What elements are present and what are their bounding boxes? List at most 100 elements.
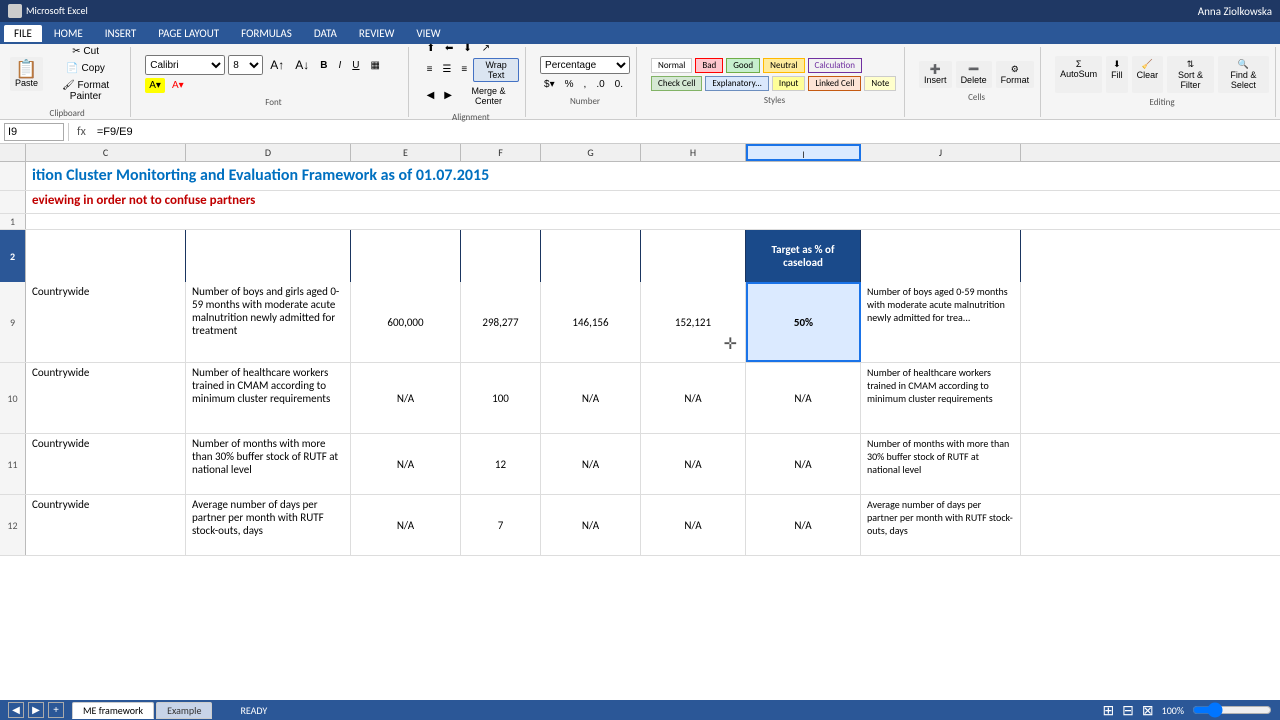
- data-row-9[interactable]: 9 Countrywide Number of boys and girls a…: [0, 282, 1280, 363]
- row12-pct[interactable]: N/A: [746, 495, 861, 555]
- col-header-j[interactable]: J: [861, 144, 1021, 161]
- tab-home[interactable]: HOME: [44, 25, 93, 42]
- row10-numerator[interactable]: Number of healthcare workers trained in …: [861, 363, 1021, 433]
- number-format-select[interactable]: Percentage General Number: [540, 56, 630, 74]
- style-normal[interactable]: Normal: [651, 58, 692, 73]
- col-header-e[interactable]: E: [351, 144, 461, 161]
- tab-view[interactable]: VIEW: [406, 25, 450, 42]
- row10-females[interactable]: N/A: [641, 363, 746, 433]
- copy-button[interactable]: 📄 Copy: [47, 61, 124, 76]
- delete-button[interactable]: ➖ Delete: [956, 61, 992, 88]
- border-button[interactable]: ▦: [367, 58, 384, 73]
- row11-numerator[interactable]: Number of months with more than 30% buff…: [861, 434, 1021, 494]
- row9-indicator[interactable]: Number of boys and girls aged 0-59 month…: [186, 282, 351, 362]
- sheet-tab-example[interactable]: Example: [156, 702, 212, 719]
- increase-decimal-button[interactable]: .0: [592, 77, 608, 92]
- col-header-g[interactable]: G: [541, 144, 641, 161]
- format-button[interactable]: ⚙ Format: [996, 61, 1035, 88]
- align-right-button[interactable]: ≡: [457, 58, 471, 82]
- row11-location[interactable]: Countrywide: [26, 434, 186, 494]
- row9-males[interactable]: 146,156: [541, 282, 641, 362]
- decrease-indent-button[interactable]: ◀: [423, 84, 439, 108]
- row9-numerator[interactable]: Number of boys aged 0-59 months with mod…: [861, 282, 1021, 362]
- underline-button[interactable]: U: [348, 58, 363, 73]
- font-family-select[interactable]: Calibri: [145, 55, 225, 75]
- insert-button[interactable]: ➕ Insert: [919, 61, 952, 88]
- page-layout-button[interactable]: ⊟: [1122, 702, 1134, 719]
- row11-caseload[interactable]: N/A: [351, 434, 461, 494]
- align-left-button[interactable]: ≡: [423, 58, 437, 82]
- data-row-10[interactable]: 10 Countrywide Number of healthcare work…: [0, 363, 1280, 434]
- tab-insert[interactable]: INSERT: [95, 25, 147, 42]
- merge-center-button[interactable]: Merge & Center: [458, 84, 519, 108]
- row12-caseload[interactable]: N/A: [351, 495, 461, 555]
- comma-button[interactable]: ,: [580, 77, 591, 92]
- bold-button[interactable]: B: [316, 58, 331, 73]
- find-select-button[interactable]: 🔍 Find & Select: [1218, 56, 1269, 93]
- tab-review[interactable]: REVIEW: [349, 25, 405, 42]
- tab-file[interactable]: FILE: [4, 25, 42, 42]
- style-check-cell[interactable]: Check Cell: [651, 76, 702, 91]
- row10-indicator[interactable]: Number of healthcare workers trained in …: [186, 363, 351, 433]
- italic-button[interactable]: I: [335, 58, 346, 73]
- row9-females[interactable]: 152,121 ✛: [641, 282, 746, 362]
- add-sheet-button[interactable]: +: [48, 702, 64, 718]
- row11-target[interactable]: 12: [461, 434, 541, 494]
- increase-indent-button[interactable]: ▶: [440, 84, 456, 108]
- style-neutral[interactable]: Neutral: [763, 58, 804, 73]
- row10-target[interactable]: 100: [461, 363, 541, 433]
- data-row-12[interactable]: 12 Countrywide Average number of days pe…: [0, 495, 1280, 556]
- align-bottom-button[interactable]: ⬇: [459, 41, 475, 56]
- row12-target[interactable]: 7: [461, 495, 541, 555]
- row9-target[interactable]: 298,277: [461, 282, 541, 362]
- wrap-text-button[interactable]: Wrap Text: [473, 58, 519, 82]
- row11-indicator[interactable]: Number of months with more than 30% buff…: [186, 434, 351, 494]
- style-note[interactable]: Note: [864, 76, 896, 91]
- style-input[interactable]: Input: [772, 76, 805, 91]
- tab-formulas[interactable]: FORMULAS: [231, 25, 302, 42]
- align-top-button[interactable]: ⬆: [423, 41, 439, 56]
- style-linked-cell[interactable]: Linked Cell: [808, 76, 861, 91]
- style-explanatory[interactable]: Explanatory...: [705, 76, 769, 91]
- col-header-f[interactable]: F: [461, 144, 541, 161]
- sheet-tab-me-framework[interactable]: ME framework: [72, 702, 154, 719]
- col-header-h[interactable]: H: [641, 144, 746, 161]
- style-good[interactable]: Good: [726, 58, 760, 73]
- decrease-decimal-button[interactable]: 0.: [611, 77, 627, 92]
- row9-caseload[interactable]: 600,000: [351, 282, 461, 362]
- page-break-button[interactable]: ⊠: [1142, 702, 1154, 719]
- name-box[interactable]: [4, 123, 64, 141]
- row9-location[interactable]: Countrywide: [26, 282, 186, 362]
- row11-females[interactable]: N/A: [641, 434, 746, 494]
- row10-males[interactable]: N/A: [541, 363, 641, 433]
- row11-pct[interactable]: N/A: [746, 434, 861, 494]
- tab-data[interactable]: DATA: [304, 25, 347, 42]
- row10-pct[interactable]: N/A: [746, 363, 861, 433]
- col-header-i[interactable]: I: [746, 144, 861, 161]
- orientation-button[interactable]: ↗: [478, 41, 494, 56]
- tab-page-layout[interactable]: PAGE LAYOUT: [148, 25, 229, 42]
- increase-font-button[interactable]: A↑: [266, 56, 288, 74]
- style-bad[interactable]: Bad: [695, 58, 723, 73]
- row10-caseload[interactable]: N/A: [351, 363, 461, 433]
- fill-button[interactable]: ⬇ Fill: [1106, 56, 1128, 93]
- cut-button[interactable]: ✂ Cut: [47, 44, 124, 59]
- row12-females[interactable]: N/A: [641, 495, 746, 555]
- font-color-button[interactable]: A▾: [168, 78, 188, 93]
- scroll-right-button[interactable]: ▶: [28, 702, 44, 718]
- align-center-button[interactable]: ☰: [438, 58, 455, 82]
- formula-input[interactable]: [94, 123, 1276, 141]
- clear-button[interactable]: 🧹 Clear: [1132, 56, 1164, 93]
- autosum-button[interactable]: Σ AutoSum: [1055, 56, 1102, 93]
- col-header-c[interactable]: C: [26, 144, 186, 161]
- col-header-d[interactable]: D: [186, 144, 351, 161]
- paste-button[interactable]: 📋 Paste: [10, 57, 43, 91]
- normal-view-button[interactable]: ⊞: [1102, 702, 1114, 719]
- row12-males[interactable]: N/A: [541, 495, 641, 555]
- row9-pct[interactable]: 50%: [746, 282, 861, 362]
- row12-location[interactable]: Countrywide: [26, 495, 186, 555]
- currency-button[interactable]: $▾: [540, 77, 559, 92]
- zoom-slider[interactable]: [1192, 702, 1272, 718]
- row12-numerator[interactable]: Average number of days per partner per m…: [861, 495, 1021, 555]
- align-middle-button[interactable]: ⬅: [441, 41, 457, 56]
